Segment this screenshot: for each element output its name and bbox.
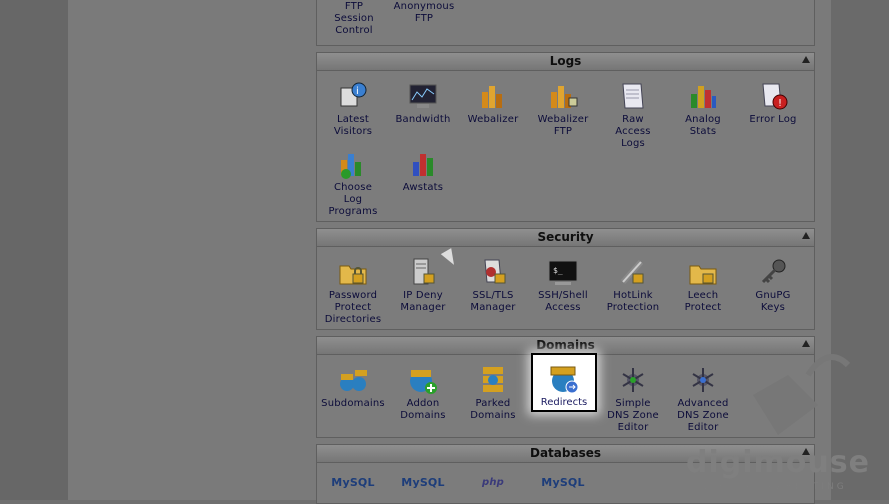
addon-domains-item[interactable]: Addon Domains <box>388 364 458 422</box>
collapse-arrow-icon[interactable] <box>802 232 810 239</box>
leech-protect-label: Leech Protect <box>684 290 722 313</box>
phpmyadmin-icon: php <box>481 477 505 488</box>
raw-access-logs-icon <box>617 80 649 112</box>
webalizer-icon <box>477 80 509 112</box>
remote-mysql-icon: MySQL <box>541 476 585 489</box>
ip-deny-label: IP Deny Manager <box>400 290 446 313</box>
leech-protect-icon <box>687 256 719 288</box>
password-protect-icon <box>337 256 369 288</box>
redirects-label: Redirects <box>540 397 588 408</box>
ftp-session-control-item[interactable]: FTP Session Control <box>319 1 389 37</box>
security-title: Security <box>537 230 594 244</box>
ssl-tls-icon <box>477 256 509 288</box>
logs-title: Logs <box>549 54 582 68</box>
analog-stats-item[interactable]: Analog Stats <box>668 80 738 138</box>
webalizer-ftp-item[interactable]: Webalizer FTP <box>528 80 598 138</box>
addon-domains-icon <box>407 364 439 396</box>
advanced-dns-zone-editor-item[interactable]: Advanced DNS Zone Editor <box>668 364 738 434</box>
simple-dns-icon <box>617 364 649 396</box>
parked-domains-icon <box>477 364 509 396</box>
raw-access-logs-label: Raw Access Logs <box>615 114 651 149</box>
bandwidth-label: Bandwidth <box>395 114 451 125</box>
parked-domains-item[interactable]: Parked Domains <box>458 364 528 422</box>
gnupg-keys-icon <box>757 256 789 288</box>
awstats-label: Awstats <box>402 182 444 193</box>
anonymous-ftp-label: Anonymous FTP <box>393 1 455 24</box>
advanced-dns-icon <box>687 364 719 396</box>
anonymous-ftp-item[interactable]: Anonymous FTP <box>389 1 459 25</box>
mysql-databases-item[interactable]: MySQL <box>318 477 388 489</box>
hotlink-protection-item[interactable]: HotLink Protection <box>598 256 668 314</box>
security-panel: Security Password Protect Directories IP… <box>316 228 815 330</box>
hotlink-protection-label: HotLink Protection <box>606 290 660 313</box>
choose-log-programs-label: Choose Log Programs <box>328 182 378 217</box>
ssl-tls-item[interactable]: SSL/TLS Manager <box>458 256 528 314</box>
collapse-arrow-icon[interactable] <box>802 56 810 63</box>
subdomains-icon <box>337 364 369 396</box>
svg-text:i: i <box>356 86 359 97</box>
ssh-shell-label: SSH/Shell Access <box>538 290 588 313</box>
files-panel: FTP Session Control Anonymous FTP <box>316 0 815 46</box>
analog-stats-icon <box>687 80 719 112</box>
logs-header[interactable]: Logs <box>317 53 814 71</box>
ssh-shell-item[interactable]: $_ SSH/Shell Access <box>528 256 598 314</box>
parked-domains-label: Parked Domains <box>470 398 516 421</box>
watermark-tagline: DIGITAL MARKETING <box>704 482 847 492</box>
svg-text:!: ! <box>778 98 782 109</box>
password-protect-item[interactable]: Password Protect Directories <box>318 256 388 326</box>
webalizer-ftp-label: Webalizer FTP <box>537 114 589 137</box>
redirects-item[interactable]: Redirects <box>531 353 597 412</box>
webalizer-item[interactable]: Webalizer <box>458 80 528 126</box>
domains-title: Domains <box>536 338 595 352</box>
left-gutter <box>0 0 68 500</box>
ssl-tls-label: SSL/TLS Manager <box>470 290 516 313</box>
latest-visitors-icon: i <box>337 80 369 112</box>
redirects-icon <box>548 363 580 395</box>
ssh-shell-icon: $_ <box>547 256 579 288</box>
error-log-label: Error Log <box>749 114 797 125</box>
cpanel-content: FTP Session Control Anonymous FTP Logs i… <box>316 0 815 504</box>
remote-mysql-item[interactable]: MySQL <box>528 477 598 489</box>
bandwidth-item[interactable]: Bandwidth <box>388 80 458 126</box>
latest-visitors-label: Latest Visitors <box>333 114 373 137</box>
advanced-dns-label: Advanced DNS Zone Editor <box>677 398 729 433</box>
svg-text:$_: $_ <box>553 266 563 275</box>
latest-visitors-item[interactable]: i Latest Visitors <box>318 80 388 138</box>
choose-log-programs-item[interactable]: Choose Log Programs <box>318 148 388 218</box>
mysql-wizard-icon: MySQL <box>401 476 445 489</box>
password-protect-label: Password Protect Directories <box>324 290 382 325</box>
gnupg-keys-item[interactable]: GnuPG Keys <box>738 256 808 314</box>
choose-log-programs-icon <box>337 148 369 180</box>
simple-dns-zone-editor-item[interactable]: Simple DNS Zone Editor <box>598 364 668 434</box>
addon-domains-label: Addon Domains <box>400 398 446 421</box>
webalizer-ftp-icon <box>547 80 579 112</box>
logs-panel: Logs i Latest Visitors Bandwidth Webaliz… <box>316 52 815 222</box>
phpmyadmin-item[interactable]: php <box>458 477 528 489</box>
error-log-item[interactable]: ! Error Log <box>738 80 808 126</box>
ftp-session-label: FTP Session Control <box>334 1 374 36</box>
subdomains-label: Subdomains <box>321 398 385 409</box>
ip-deny-icon <box>407 256 439 288</box>
hotlink-protection-icon <box>617 256 649 288</box>
databases-title: Databases <box>529 446 601 460</box>
leech-protect-item[interactable]: Leech Protect <box>668 256 738 314</box>
awstats-icon <box>407 148 439 180</box>
webalizer-label: Webalizer <box>467 114 519 125</box>
analog-stats-label: Analog Stats <box>685 114 721 137</box>
digimouse-logo-icon <box>753 354 851 435</box>
error-log-icon: ! <box>757 80 789 112</box>
mysql-wizard-item[interactable]: MySQL <box>388 477 458 489</box>
mysql-icon: MySQL <box>331 476 375 489</box>
awstats-item[interactable]: Awstats <box>388 148 458 194</box>
gnupg-keys-label: GnuPG Keys <box>755 290 791 313</box>
raw-access-logs-item[interactable]: Raw Access Logs <box>598 80 668 150</box>
subdomains-item[interactable]: Subdomains <box>318 364 388 410</box>
simple-dns-label: Simple DNS Zone Editor <box>607 398 659 433</box>
security-header[interactable]: Security <box>317 229 814 247</box>
bandwidth-icon <box>407 80 439 112</box>
watermark-brand: digimouse <box>686 445 870 480</box>
